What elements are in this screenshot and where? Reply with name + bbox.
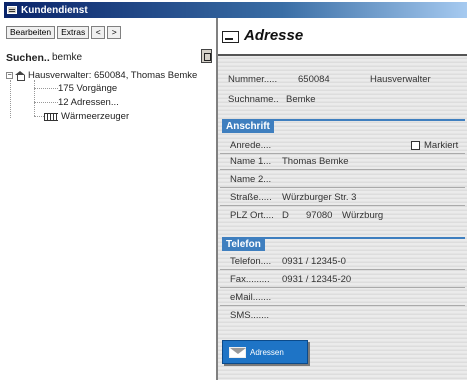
search-label: Suchen.. xyxy=(6,52,50,64)
detail-title: Adresse xyxy=(244,27,304,44)
tree-connector xyxy=(10,80,11,118)
search-dropdown-button[interactable] xyxy=(201,49,212,63)
tree-connector xyxy=(34,102,58,103)
country-value[interactable]: D xyxy=(282,210,289,221)
plz-ort-label: PLZ Ort.... xyxy=(230,210,274,221)
tree-node-label: Hausverwalter: 650084, Thomas Bemke xyxy=(28,70,198,81)
collapse-icon[interactable]: − xyxy=(6,72,13,79)
tree-connector xyxy=(34,88,58,89)
adressen-button[interactable]: Adressen xyxy=(222,340,308,364)
window-title-bar: Kundendienst xyxy=(4,2,467,18)
suchname-value[interactable]: Bemke xyxy=(286,94,316,105)
divider xyxy=(220,269,465,270)
previous-button[interactable]: < xyxy=(91,26,106,39)
anschrift-section: Anschrift xyxy=(222,119,465,133)
markiert-checkbox[interactable] xyxy=(411,141,420,150)
tree-connector xyxy=(34,80,35,116)
email-label: eMail....... xyxy=(230,292,272,303)
suchname-label: Suchname.. xyxy=(228,94,279,105)
ort-value[interactable]: Würzburg xyxy=(342,210,383,221)
nummer-label: Nummer..... xyxy=(228,74,278,85)
house-icon xyxy=(15,71,25,81)
telefon-section: Telefon xyxy=(222,237,465,251)
tree-node-vorgaenge[interactable]: 175 Vorgänge xyxy=(58,83,117,94)
divider xyxy=(220,205,465,206)
divider xyxy=(220,305,465,306)
customer-type-value[interactable]: Hausverwalter xyxy=(370,74,431,85)
tree-node-adressen[interactable]: 12 Adressen... xyxy=(58,97,119,108)
strasse-label: Straße..... xyxy=(230,192,272,203)
anrede-label: Anrede.... xyxy=(230,140,272,151)
search-input[interactable]: bemke xyxy=(52,52,82,63)
telefon-heading: Telefon xyxy=(222,238,265,251)
app-icon xyxy=(7,6,17,14)
detail-header: Adresse xyxy=(218,18,467,56)
tree-node-label: Wärmeerzeuger xyxy=(61,111,130,122)
fax-label: Fax......... xyxy=(230,274,270,285)
nummer-value[interactable]: 650084 xyxy=(298,74,330,85)
fax-value[interactable]: 0931 / 12345-20 xyxy=(282,274,351,285)
next-button[interactable]: > xyxy=(107,26,122,39)
divider xyxy=(220,153,465,154)
toolbar: Bearbeiten Extras < > xyxy=(6,26,122,39)
telefon-value[interactable]: 0931 / 12345-0 xyxy=(282,256,346,267)
tree-node-waermeerzeuger[interactable]: Wärmeerzeuger xyxy=(44,111,129,122)
tree-node-label: 12 Adressen... xyxy=(58,97,119,108)
address-card-icon xyxy=(222,31,239,43)
tree-node-label: 175 Vorgänge xyxy=(58,83,118,94)
extras-menu-button[interactable]: Extras xyxy=(57,26,90,39)
name1-label: Name 1... xyxy=(230,156,272,167)
plz-value[interactable]: 97080 xyxy=(306,210,332,221)
window-title: Kundendienst xyxy=(21,4,88,16)
divider xyxy=(220,169,465,170)
detail-pane: Adresse Nummer..... 650084 Hausverwalter… xyxy=(218,18,467,380)
tree-connector xyxy=(34,116,44,117)
telefon-label: Telefon.... xyxy=(230,256,272,267)
edit-menu-button[interactable]: Bearbeiten xyxy=(6,26,56,39)
strasse-value[interactable]: Würzburger Str. 3 xyxy=(282,192,356,203)
divider xyxy=(220,187,465,188)
name1-value[interactable]: Thomas Bemke xyxy=(282,156,349,167)
divider xyxy=(220,287,465,288)
name2-label: Name 2... xyxy=(230,174,272,185)
anschrift-heading: Anschrift xyxy=(222,120,274,133)
heater-icon xyxy=(44,112,58,121)
adressen-button-label: Adressen xyxy=(250,347,284,357)
sms-label: SMS....... xyxy=(230,310,270,321)
envelope-icon xyxy=(229,346,246,358)
tree-node-root[interactable]: − Hausverwalter: 650084, Thomas Bemke xyxy=(6,70,197,81)
markiert-label: Markiert xyxy=(424,140,459,151)
